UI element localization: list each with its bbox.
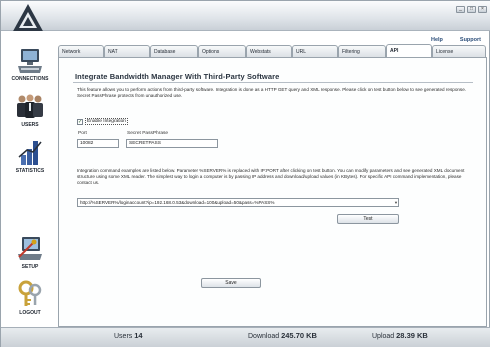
close-button[interactable]: × xyxy=(478,6,487,13)
sidebar-item-label: CONNECTIONS xyxy=(11,76,49,82)
upload-stat-value: 28.39 KB xyxy=(396,331,428,340)
upload-stat-label: Upload xyxy=(372,333,395,340)
test-button[interactable]: Test xyxy=(337,214,399,224)
support-link[interactable]: Support xyxy=(460,37,481,43)
header-links: Help Support xyxy=(431,37,481,43)
api-panel: Integrate Bandwidth Manager With Third-P… xyxy=(58,57,487,327)
sidebar-item-logout[interactable]: LOGOUT xyxy=(3,279,57,316)
users-stat: Users 14 xyxy=(114,331,143,340)
title-divider xyxy=(73,82,473,83)
sidebar-item-connections[interactable]: CONNECTIONS xyxy=(3,47,57,82)
port-label: Port xyxy=(78,131,87,136)
port-input[interactable]: 10082 xyxy=(77,139,119,148)
sidebar-item-label: STATISTICS xyxy=(15,168,45,174)
maximize-button[interactable]: □ xyxy=(467,6,476,13)
computer-icon xyxy=(18,49,42,73)
upload-stat: Upload 28.39 KB xyxy=(372,331,428,340)
statistics-icon xyxy=(18,141,42,165)
application-window: _ □ × ANTAMEDIA Help Support CONNECTIONS xyxy=(0,0,490,347)
passphrase-input[interactable]: SECRETPASS xyxy=(126,139,218,148)
sidebar-item-users[interactable]: USERS xyxy=(3,93,57,128)
passphrase-label: Secret PassPhrase xyxy=(127,131,169,136)
enable-integration-row: ✓ Enable Integration xyxy=(77,118,128,125)
title-bar: _ □ × xyxy=(1,1,490,31)
window-controls: _ □ × xyxy=(456,6,487,13)
sidebar-item-label: SETUP xyxy=(21,264,39,270)
setup-icon xyxy=(18,237,42,260)
chevron-down-icon[interactable]: ▼ xyxy=(393,199,399,206)
sidebar-item-statistics[interactable]: STATISTICS xyxy=(3,137,57,174)
keys-icon xyxy=(18,280,42,306)
examples-text: Integration command examples are listed … xyxy=(77,168,465,186)
download-stat-label: Download xyxy=(248,333,280,340)
enable-integration-label[interactable]: Enable Integration xyxy=(85,118,128,125)
help-link[interactable]: Help xyxy=(431,37,443,43)
sidebar-item-label: LOGOUT xyxy=(19,310,41,316)
enable-integration-checkbox[interactable]: ✓ xyxy=(77,118,83,125)
test-url-select[interactable]: http://%SERVER%/loginaccount?ip=192.168.… xyxy=(77,198,399,207)
download-stat: Download 245.70 KB xyxy=(248,331,317,340)
users-stat-label: Users xyxy=(114,333,133,340)
tab-api[interactable]: API xyxy=(386,44,432,58)
sidebar: CONNECTIONS USERS STATISTICS SETUP LOGOU… xyxy=(1,31,59,331)
intro-text: This feature allows you to perform actio… xyxy=(77,87,467,99)
download-stat-value: 245.70 KB xyxy=(281,331,317,340)
users-icon xyxy=(17,94,43,118)
users-stat-value: 14 xyxy=(134,331,143,340)
minimize-button[interactable]: _ xyxy=(456,6,465,13)
status-bar: Users 14 Download 245.70 KB Upload 28.39… xyxy=(1,327,490,347)
sidebar-item-setup[interactable]: SETUP xyxy=(3,233,57,270)
page-title: Integrate Bandwidth Manager With Third-P… xyxy=(75,72,280,81)
save-button[interactable]: Save xyxy=(201,278,261,288)
sidebar-item-label: USERS xyxy=(21,122,39,128)
